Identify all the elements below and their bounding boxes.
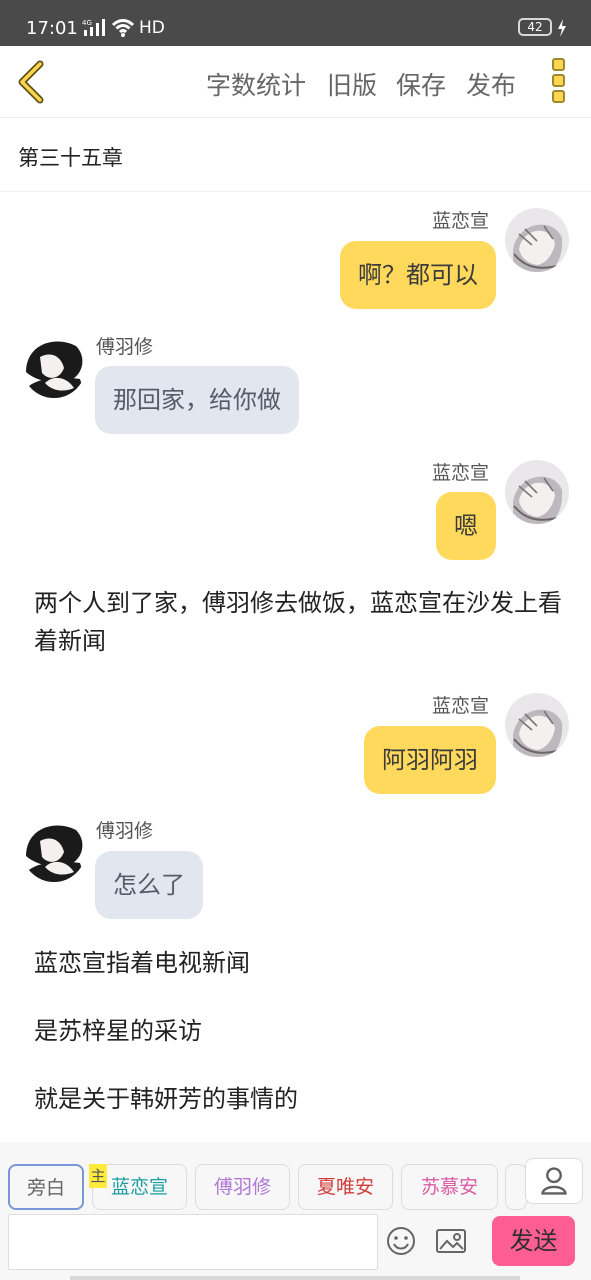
avatar[interactable]: [505, 208, 569, 272]
role-tab-overflow[interactable]: [505, 1164, 527, 1210]
bottom-strip: [70, 1276, 520, 1280]
composer-panel: 旁白 蓝恋宣 主 傅羽修 夏唯安 苏慕安 发送: [0, 1142, 591, 1280]
wifi-icon: [112, 19, 134, 37]
editor-toolbar: 字数统计 旧版 保存 发布: [0, 46, 591, 118]
chapter-title[interactable]: 第三十五章: [18, 142, 123, 172]
narration-text[interactable]: 是苏梓星的采访: [34, 1012, 574, 1050]
save-button[interactable]: 保存: [396, 66, 446, 102]
battery-level: 42: [527, 20, 543, 34]
old-version-button[interactable]: 旧版: [327, 66, 377, 102]
image-icon[interactable]: [435, 1226, 467, 1256]
speaker-name: 傅羽修: [96, 336, 154, 358]
send-button[interactable]: 发送: [492, 1216, 575, 1266]
emoji-icon[interactable]: [386, 1226, 416, 1256]
message-bubble[interactable]: 怎么了: [95, 851, 203, 919]
chapter-header: 第三十五章: [0, 118, 591, 192]
chevron-left-icon[interactable]: [14, 60, 50, 104]
narration-text[interactable]: 就是关于韩妍芳的事情的: [34, 1080, 574, 1118]
speaker-name: 蓝恋宣: [432, 695, 490, 717]
battery-icon: 42: [518, 18, 552, 36]
avatar[interactable]: [505, 460, 569, 524]
role-tab-fu-yuxiu[interactable]: 傅羽修: [195, 1164, 290, 1210]
message-bubble[interactable]: 啊？都可以: [340, 241, 496, 309]
hd-label: HD: [139, 18, 165, 38]
main-role-badge: 主: [89, 1164, 107, 1188]
speaker-name: 蓝恋宣: [432, 462, 490, 484]
speaker-name: 傅羽修: [96, 820, 154, 842]
message-input[interactable]: [8, 1214, 378, 1270]
narration-text[interactable]: 蓝恋宣指着电视新闻: [34, 944, 574, 982]
network-type: 4G: [82, 19, 92, 27]
message-bubble[interactable]: 嗯: [436, 492, 496, 560]
status-time: 17:01: [26, 18, 78, 39]
speaker-name: 蓝恋宣: [432, 210, 490, 232]
message-bubble[interactable]: 阿羽阿羽: [364, 726, 496, 794]
message-bubble[interactable]: 那回家，给你做: [95, 366, 299, 434]
publish-button[interactable]: 发布: [466, 66, 516, 102]
charging-icon: [558, 19, 566, 37]
signal-icon: 4G: [82, 19, 105, 36]
more-icon[interactable]: [548, 58, 568, 108]
word-count-button[interactable]: 字数统计: [206, 66, 306, 102]
role-tab-su-muan[interactable]: 苏慕安: [401, 1164, 498, 1210]
role-tab-narration[interactable]: 旁白: [8, 1164, 84, 1210]
narration-text[interactable]: 两个人到了家，傅羽修去做饭，蓝恋宣在沙发上看着新闻: [34, 584, 574, 660]
avatar[interactable]: [505, 693, 569, 757]
person-icon[interactable]: [525, 1158, 583, 1204]
avatar[interactable]: [22, 818, 86, 882]
role-tab-xia-weian[interactable]: 夏唯安: [298, 1164, 393, 1210]
message-list: 蓝恋宣 啊？都可以 傅羽修 那回家，给你做 蓝恋宣 嗯 两个人到了家，傅羽修去做…: [0, 192, 591, 1142]
status-bar: 17:01 4G HD 42: [0, 0, 591, 46]
avatar[interactable]: [22, 334, 86, 398]
